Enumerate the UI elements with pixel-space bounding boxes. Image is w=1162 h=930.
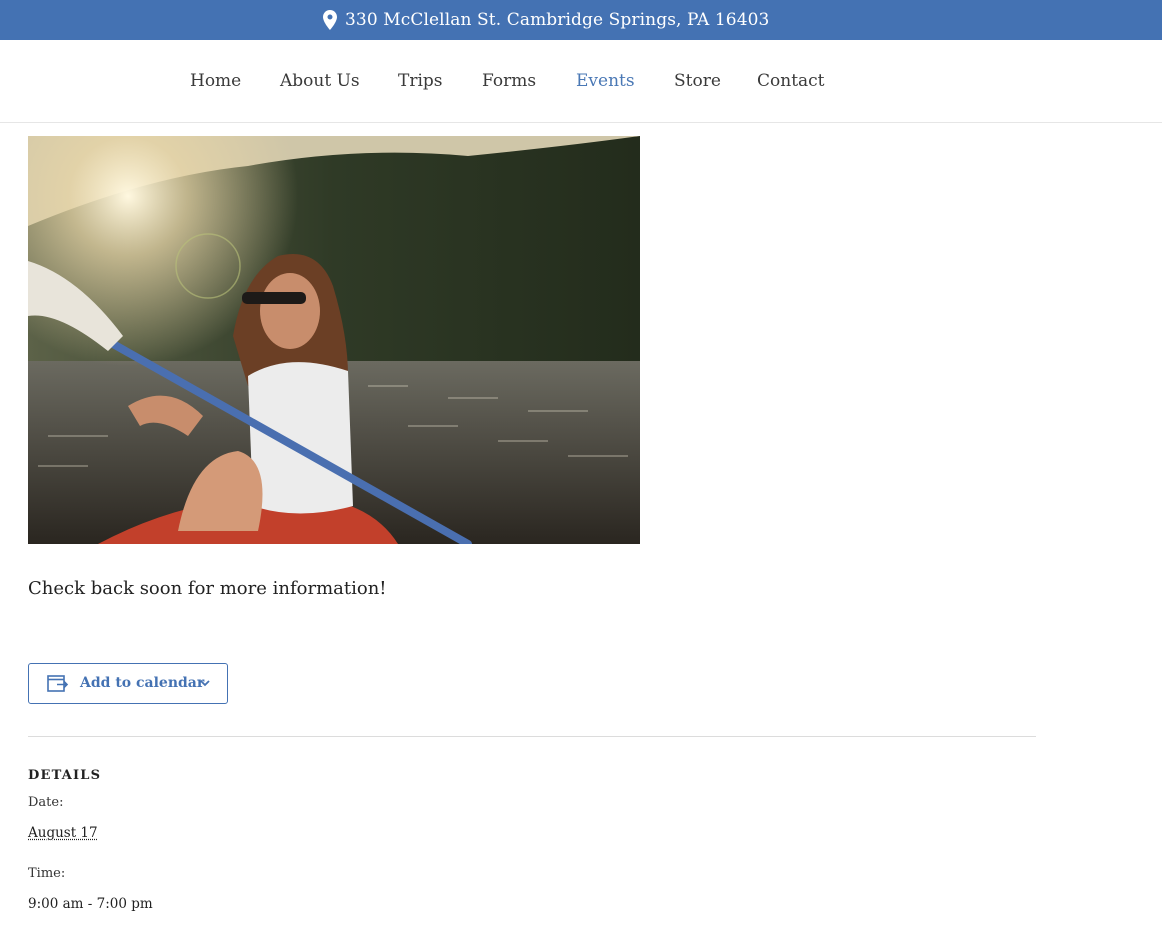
section-divider (28, 736, 1036, 737)
nav-item-contact[interactable]: Contact (757, 71, 825, 91)
date-label: Date: (28, 795, 64, 810)
calendar-export-icon (47, 675, 69, 692)
add-to-calendar-button[interactable]: Add to calendar (28, 663, 228, 704)
top-info-bar: 330 McClellan St. Cambridge Springs, PA … (0, 0, 1162, 40)
chevron-down-icon (200, 680, 210, 687)
nav-item-events[interactable]: Events (576, 71, 635, 91)
map-pin-icon (323, 10, 337, 30)
details-heading: DETAILS (28, 768, 102, 783)
time-value: 9:00 am - 7:00 pm (28, 896, 153, 912)
nav-item-forms[interactable]: Forms (482, 71, 536, 91)
add-to-calendar-label: Add to calendar (80, 675, 205, 691)
event-description: Check back soon for more information! (28, 578, 387, 599)
event-image (28, 136, 640, 544)
nav-item-about-us[interactable]: About Us (280, 71, 360, 91)
nav-item-home[interactable]: Home (190, 71, 241, 91)
date-value: August 17 (28, 825, 98, 841)
kayaker-photo (28, 136, 640, 544)
address: 330 McClellan St. Cambridge Springs, PA … (323, 0, 769, 40)
time-label: Time: (28, 866, 66, 881)
main-nav: Home About Us Trips Forms Events Store C… (0, 40, 1162, 123)
address-text: 330 McClellan St. Cambridge Springs, PA … (345, 10, 770, 30)
nav-item-trips[interactable]: Trips (398, 71, 443, 91)
nav-item-store[interactable]: Store (674, 71, 721, 91)
